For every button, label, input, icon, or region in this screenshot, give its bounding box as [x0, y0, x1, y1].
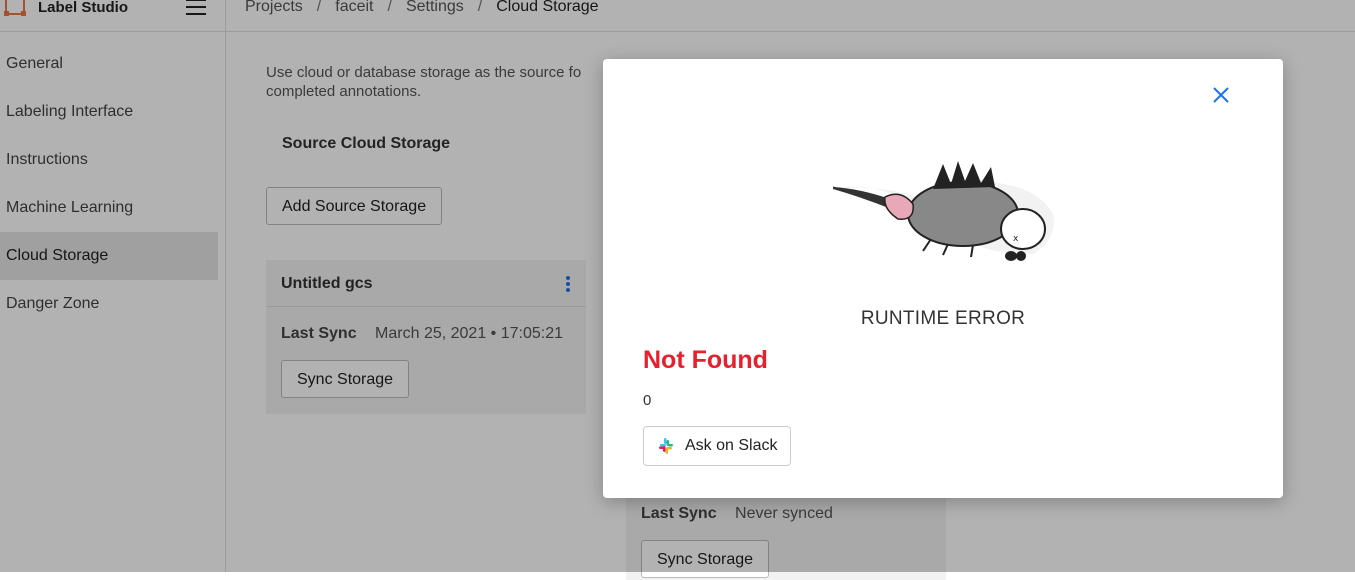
error-message: Not Found [643, 346, 768, 374]
close-icon[interactable] [1211, 85, 1231, 105]
slack-icon [659, 438, 673, 454]
svg-text:x: x [1013, 234, 1019, 244]
error-title: RUNTIME ERROR [860, 308, 1026, 329]
error-detail: 0 [643, 392, 652, 409]
possum-illustration-icon: x [832, 161, 1054, 261]
ask-on-slack-button[interactable]: Ask on Slack [643, 426, 792, 466]
error-modal: x RUNTIME ERROR Not Found 0 Ask on Slack [603, 59, 1283, 498]
slack-button-label: Ask on Slack [685, 437, 778, 454]
